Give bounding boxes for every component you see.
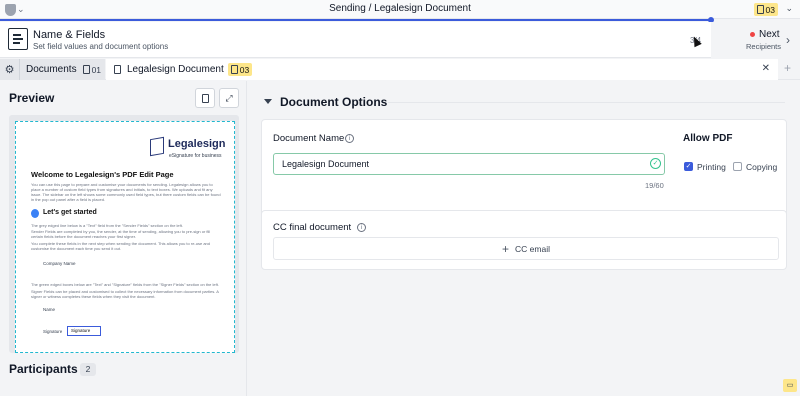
- allow-pdf-title: Allow PDF: [683, 133, 733, 144]
- form-fields-icon: [8, 28, 28, 50]
- plus-icon: +: [502, 241, 510, 256]
- chevron-right-icon: ›: [786, 33, 790, 47]
- printing-label[interactable]: Printing: [697, 162, 726, 172]
- fields-count: 03: [239, 64, 250, 75]
- brand-tagline: eSignature for business: [169, 153, 222, 159]
- expand-icon: ⤢: [225, 92, 233, 103]
- signature-field-box: Signature: [67, 326, 101, 336]
- preview-paragraph: You can use this page to prepare and cus…: [31, 182, 221, 202]
- status-dot: [750, 32, 755, 37]
- document-name-input[interactable]: [273, 153, 665, 175]
- document-icon: [82, 65, 90, 74]
- company-name-field: Company Name: [43, 261, 76, 266]
- participants-title: Participants: [9, 362, 78, 376]
- chat-icon[interactable]: ▭: [783, 379, 797, 392]
- copying-label[interactable]: Copying: [746, 162, 777, 172]
- close-icon[interactable]: ✕: [762, 63, 770, 74]
- lightbulb-icon: [31, 209, 39, 218]
- step-header: Name & Fields Set field values and docum…: [0, 22, 800, 58]
- document-icon: [201, 93, 209, 103]
- preview-subheading: Let's get started: [43, 209, 97, 216]
- title-separator: /: [368, 3, 372, 14]
- preview-paragraph: The grey edged line below is a "Text" fi…: [31, 223, 183, 228]
- preview-heading: Welcome to Legalesign's PDF Edit Page: [31, 170, 174, 179]
- next-step-button[interactable]: Next Recipients ›: [711, 22, 800, 58]
- step-title: Name & Fields: [33, 29, 106, 41]
- download-document-button[interactable]: [195, 88, 215, 108]
- tab-active-label: Legalesign Document: [127, 64, 224, 75]
- clipboard-icon: [230, 65, 238, 74]
- documents-count-badge: 01: [82, 64, 102, 75]
- document-name-label: Document Name: [273, 133, 345, 144]
- char-counter: 19/60: [645, 181, 664, 190]
- progress-bar: [0, 19, 712, 21]
- expand-preview-button[interactable]: ⤢: [219, 88, 239, 108]
- clipboard-icon: [756, 5, 764, 14]
- document-page: Legalesign eSignature for business Welco…: [15, 121, 235, 353]
- collapse-caret-icon[interactable]: [264, 99, 272, 104]
- preview-title: Preview: [9, 91, 55, 105]
- printing-checkbox[interactable]: ✓: [684, 162, 693, 171]
- documents-count: 01: [91, 64, 102, 75]
- chevron-down-icon[interactable]: ⌄: [785, 3, 793, 14]
- info-icon[interactable]: i: [357, 223, 366, 232]
- preview-panel: Preview ⤢ Legalesign eSignature for busi…: [0, 81, 247, 396]
- document-preview[interactable]: Legalesign eSignature for business Welco…: [9, 115, 239, 353]
- section-title[interactable]: Document Options: [280, 95, 387, 109]
- cc-label: CC final document: [273, 222, 352, 233]
- tab-legalesign-document[interactable]: Legalesign Document 03 ✕: [106, 59, 778, 80]
- title-prefix: Sending: [329, 3, 366, 14]
- preview-paragraph: You complete these fields in the next st…: [31, 241, 210, 251]
- gear-icon[interactable]: ⚙: [0, 59, 20, 80]
- name-field-label: Name: [43, 307, 56, 312]
- cc-email-button[interactable]: + CC email: [273, 237, 779, 260]
- document-count-badge[interactable]: 03: [753, 3, 778, 16]
- section-divider: [388, 102, 785, 103]
- valid-check-icon: ✓: [650, 158, 661, 169]
- cc-email-label: CC email: [515, 243, 550, 254]
- preview-paragraph: The green edged boxes below are "Text" a…: [31, 282, 219, 287]
- participants-count-badge: 2: [80, 363, 96, 376]
- copying-checkbox[interactable]: [733, 162, 742, 171]
- next-sublabel: Recipients: [746, 42, 782, 51]
- cc-card: CC final document i + CC email: [261, 210, 787, 270]
- tab-bar: ⚙ Documents 01 Legalesign Document 03 ✕ …: [0, 59, 800, 80]
- legalesign-logo-icon: [150, 136, 164, 157]
- options-panel: Document Options Document Name i ✓ 19/60…: [248, 81, 800, 396]
- step-subtitle: Set field values and document options: [33, 42, 169, 51]
- badge-count: 03: [765, 4, 775, 15]
- add-tab-button[interactable]: +: [784, 61, 791, 75]
- next-label: Next: [759, 29, 780, 40]
- preview-paragraph: Signer Fields can be placed and customis…: [31, 289, 219, 299]
- tab-documents-label: Documents: [26, 64, 77, 75]
- info-icon[interactable]: i: [345, 134, 354, 143]
- document-icon: [114, 65, 121, 74]
- fields-count-badge: 03: [227, 63, 253, 76]
- page-title: Sending / Legalesign Document: [0, 3, 800, 14]
- title-document-name: Legalesign Document: [374, 3, 471, 14]
- signature-field-label: Signature: [43, 329, 63, 334]
- tab-documents[interactable]: ⚙ Documents 01: [0, 59, 105, 80]
- preview-paragraph: Sender Fields are completed by you, the …: [31, 229, 211, 239]
- top-bar: ⌄ Sending / Legalesign Document 03 ⌄: [0, 0, 800, 19]
- brand-name: Legalesign: [168, 138, 226, 150]
